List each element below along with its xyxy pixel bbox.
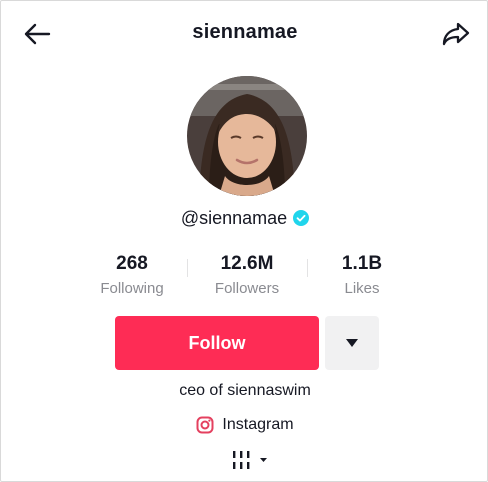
instagram-label: Instagram [222, 416, 294, 433]
share-button[interactable] [439, 19, 473, 49]
handle-row: @siennamae [1, 206, 487, 230]
avatar[interactable] [187, 76, 307, 196]
bio-text: ceo of siennaswim [179, 382, 311, 399]
verified-badge-icon [293, 210, 310, 226]
videos-tab[interactable] [230, 449, 272, 475]
follow-button[interactable]: Follow [115, 316, 319, 370]
grid-tabs-icon [233, 451, 267, 469]
instagram-icon [196, 416, 214, 434]
page-title: siennamae [192, 21, 298, 43]
share-arrow-icon [442, 22, 470, 46]
stat-followers[interactable]: 12.6M Followers [187, 252, 307, 298]
stat-following[interactable]: 268 Following [72, 252, 192, 298]
profile-screen: siennamae @siennamae 268 Following 12.6M… [0, 0, 488, 482]
username-handle: @siennamae [180, 207, 288, 228]
likes-label: Likes [344, 280, 380, 297]
followers-label: Followers [214, 280, 280, 297]
suggested-accounts-button[interactable] [325, 316, 379, 370]
caret-down-icon [346, 339, 358, 347]
likes-count: 1.1B [341, 253, 383, 274]
instagram-link[interactable]: Instagram [1, 414, 487, 436]
following-count: 268 [116, 253, 148, 274]
following-label: Following [100, 280, 164, 297]
stats-divider [307, 259, 308, 277]
stat-likes: 1.1B Likes [302, 252, 422, 298]
stats-divider [187, 259, 188, 277]
followers-count: 12.6M [220, 253, 274, 274]
avatar-image [187, 76, 307, 196]
